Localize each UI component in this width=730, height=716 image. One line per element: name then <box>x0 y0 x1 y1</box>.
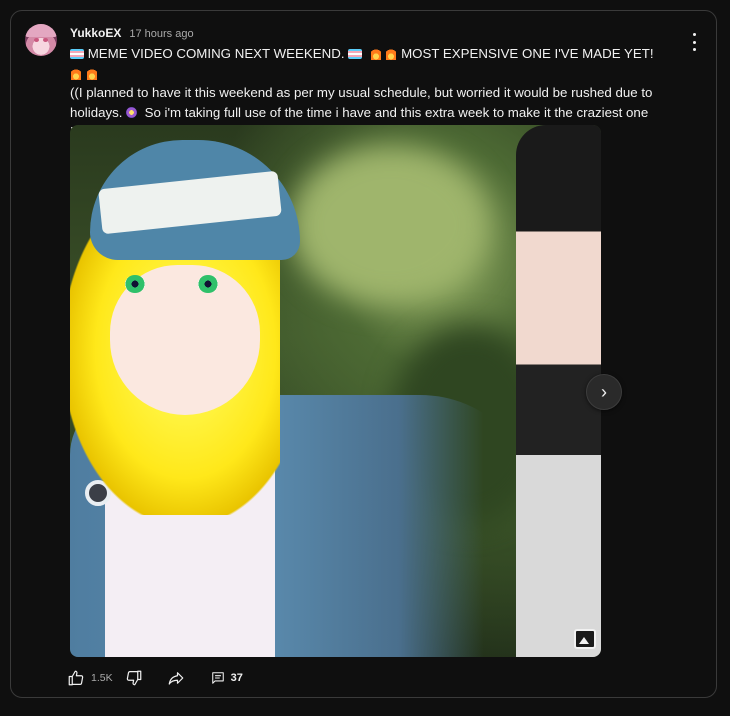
next-image-button[interactable]: › <box>586 374 622 410</box>
more-vert-icon[interactable] <box>686 33 702 51</box>
post-card: YukkoEX 17 hours ago MEME VIDEO COMING N… <box>10 10 717 698</box>
post-image[interactable] <box>70 125 601 657</box>
avatar-eye <box>34 38 39 42</box>
comment-icon <box>211 672 224 684</box>
avatar-eye <box>43 38 48 42</box>
foliage-blob <box>290 145 490 305</box>
thumbs-down-icon <box>126 670 141 686</box>
avatar-hair <box>25 24 57 37</box>
share-icon <box>168 672 183 685</box>
post-line1-a: MEME VIDEO COMING NEXT WEEKEND. <box>87 46 345 61</box>
fire-emoji <box>86 67 97 80</box>
dislike-button[interactable] <box>125 669 143 687</box>
post-line1-b: MOST EXPENSIVE ONE I'VE MADE YET! <box>401 46 654 61</box>
image-gallery-icon <box>574 629 596 649</box>
fire-emoji <box>386 48 397 60</box>
eye-shape <box>125 275 145 293</box>
eye-shape <box>198 275 218 293</box>
like-button[interactable]: 1.5K <box>67 669 125 687</box>
fire-emoji <box>71 67 81 80</box>
like-count: 1.5K <box>91 672 113 684</box>
author-avatar[interactable] <box>25 24 57 56</box>
comment-count: 37 <box>230 672 243 684</box>
post-header: YukkoEX 17 hours ago <box>70 26 194 40</box>
transgender-flag-emoji <box>348 49 363 59</box>
comments-button[interactable]: 37 <box>211 671 243 685</box>
share-button[interactable] <box>167 669 185 687</box>
action-bar: 1.5K 37 <box>67 668 243 688</box>
post-time[interactable]: 17 hours ago <box>129 28 193 40</box>
orb-emoji <box>126 106 138 118</box>
fire-emoji <box>370 48 381 60</box>
chevron-right-icon: › <box>601 381 607 402</box>
author-name[interactable]: YukkoEX <box>70 26 121 40</box>
thumbs-up-icon <box>68 670 84 686</box>
transgender-flag-emoji <box>70 49 84 59</box>
